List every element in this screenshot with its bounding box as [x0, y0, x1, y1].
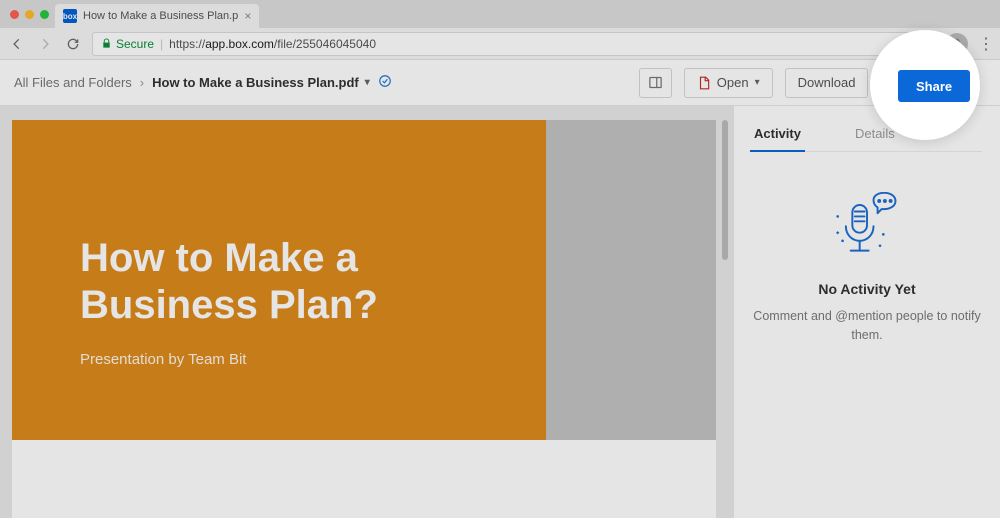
box-favicon-icon: box [63, 9, 77, 23]
breadcrumb: All Files and Folders › How to Make a Bu… [14, 74, 392, 91]
app-toolbar: All Files and Folders › How to Make a Bu… [0, 60, 1000, 106]
tab-activity[interactable]: Activity [752, 120, 803, 151]
sidebar-toggle-button[interactable] [639, 68, 672, 98]
url-input[interactable]: Secure | https://app.box.com/file/255046… [92, 32, 930, 56]
empty-body: Comment and @mention people to notify th… [752, 307, 982, 345]
window-minimize-icon[interactable] [25, 10, 34, 19]
bookmark-star-icon[interactable]: ☆ [910, 37, 921, 51]
chevron-down-icon: ▾ [755, 77, 760, 88]
nav-forward-icon [36, 35, 54, 53]
scrollbar[interactable] [722, 120, 728, 260]
browser-menu-icon[interactable]: ⋮ [978, 34, 992, 54]
tab-strip: box How to Make a Business Plan.p × [0, 0, 1000, 28]
tab-title: How to Make a Business Plan.p [83, 10, 238, 22]
slide-image-placeholder [546, 120, 716, 440]
browser-chrome: box How to Make a Business Plan.p × Secu… [0, 0, 1000, 60]
nav-reload-icon[interactable] [64, 35, 82, 53]
window-zoom-icon[interactable] [40, 10, 49, 19]
slide: How to Make a Business Plan? Presentatio… [12, 120, 716, 440]
secure-badge: Secure [101, 37, 154, 51]
secure-label: Secure [116, 37, 154, 51]
details-sidebar: Activity Details [734, 106, 1000, 518]
breadcrumb-root[interactable]: All Files and Folders [14, 75, 132, 90]
chevron-right-icon: › [140, 75, 144, 90]
slide-title: How to Make a Business Plan? [80, 235, 496, 329]
microphone-chat-icon [826, 192, 908, 262]
share-button[interactable]: Share [898, 70, 970, 102]
preview-pane: How to Make a Business Plan? Presentatio… [0, 106, 734, 518]
breadcrumb-current[interactable]: How to Make a Business Plan.pdf ▾ [152, 75, 370, 90]
content-area: How to Make a Business Plan? Presentatio… [0, 106, 1000, 518]
sync-icon [378, 74, 392, 91]
activity-empty-state: No Activity Yet Comment and @mention peo… [752, 192, 982, 345]
browser-tab[interactable]: box How to Make a Business Plan.p × [55, 4, 259, 28]
download-button[interactable]: Download [785, 68, 869, 98]
slide-content: How to Make a Business Plan? Presentatio… [12, 120, 546, 440]
window-close-icon[interactable] [10, 10, 19, 19]
sidebar-tabs: Activity Details [752, 120, 982, 152]
profile-avatar-icon[interactable] [946, 33, 968, 55]
document-page: How to Make a Business Plan? Presentatio… [12, 120, 716, 518]
address-bar: Secure | https://app.box.com/file/255046… [0, 28, 1000, 60]
url-text: https://app.box.com/file/255046045040 [169, 37, 376, 51]
chevron-down-icon[interactable]: ▾ [365, 77, 370, 88]
open-button[interactable]: Open ▾ [684, 68, 773, 98]
slide-subtitle: Presentation by Team Bit [80, 351, 496, 368]
nav-back-icon[interactable] [8, 35, 26, 53]
window-controls [8, 0, 55, 28]
tab-close-icon[interactable]: × [244, 9, 251, 23]
empty-title: No Activity Yet [752, 281, 982, 297]
tab-details[interactable]: Details [853, 120, 897, 151]
